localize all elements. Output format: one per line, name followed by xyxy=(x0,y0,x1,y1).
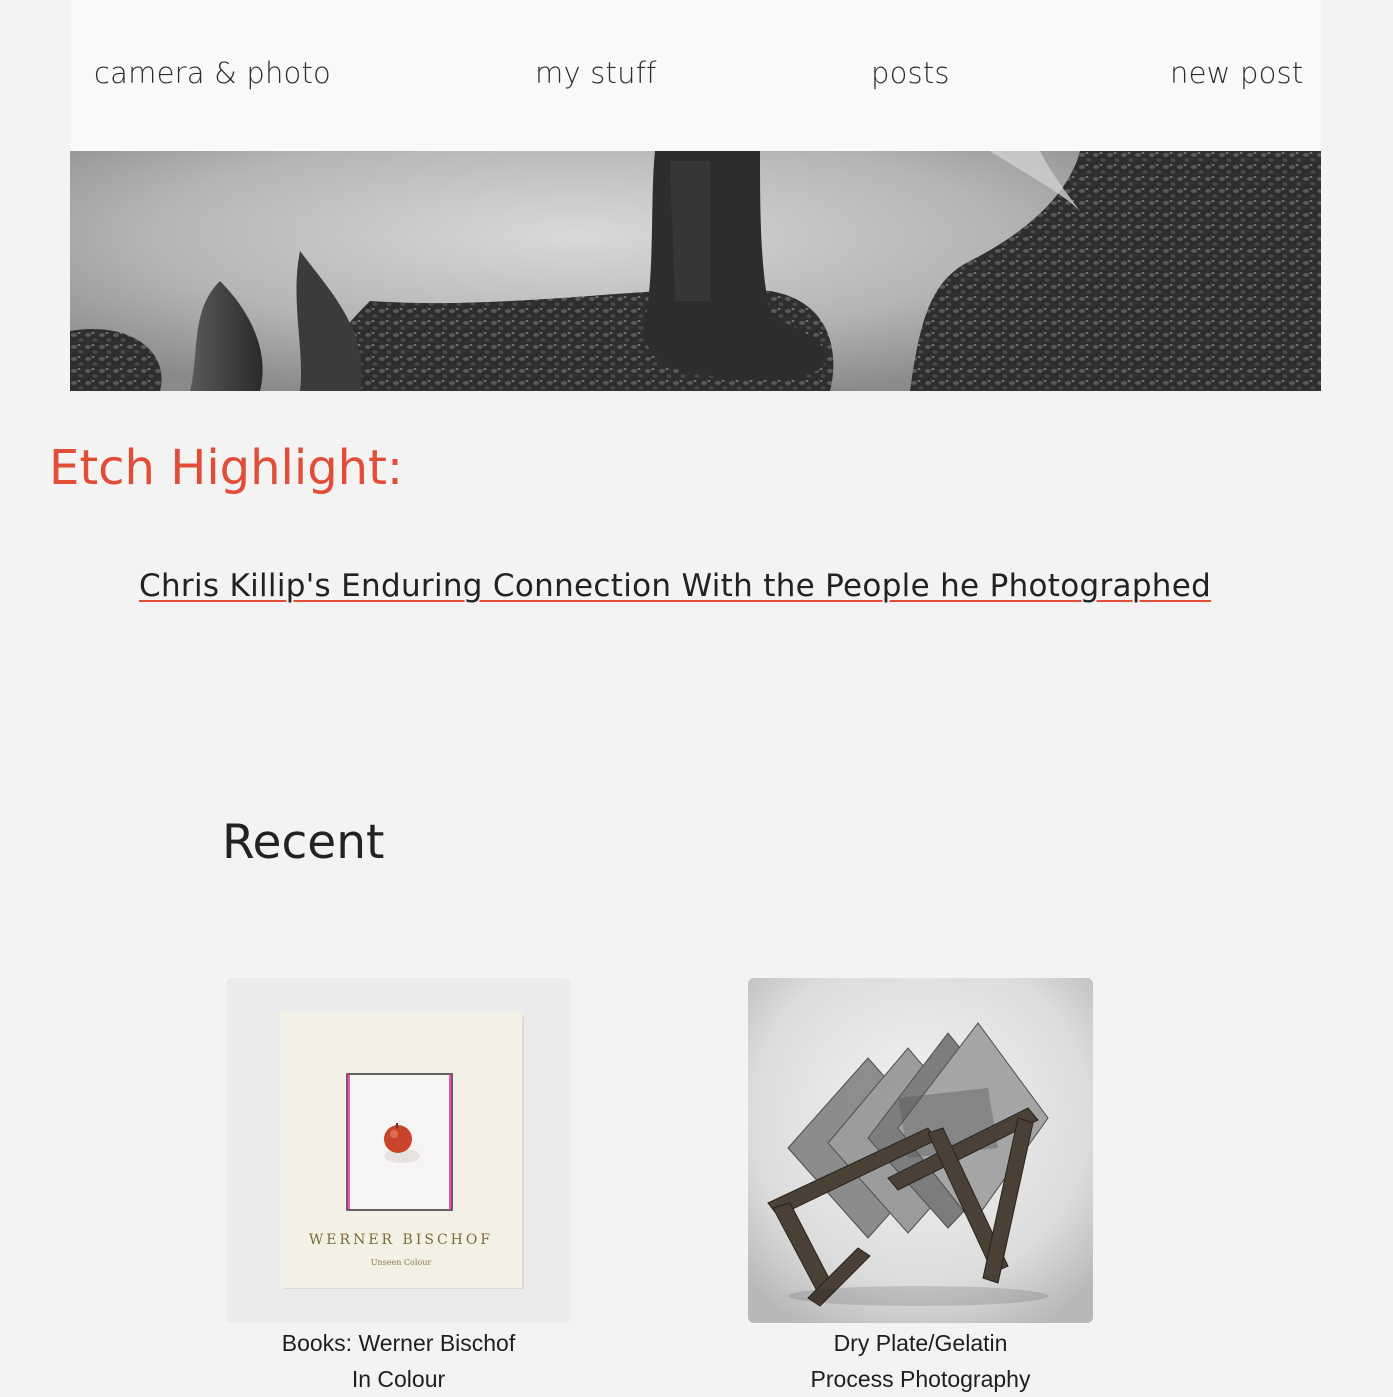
book-cover-thumbnail[interactable]: WERNER BISCHOF Unseen Colour xyxy=(226,978,571,1323)
caption-line: Process Photography xyxy=(810,1366,1031,1392)
highlight-title: Etch Highlight: xyxy=(49,440,404,496)
nav-new-post[interactable]: new post xyxy=(1170,56,1303,90)
recent-card-werner-bischof[interactable]: WERNER BISCHOF Unseen Colour Books: Wern… xyxy=(226,978,571,1397)
dry-plate-thumbnail[interactable] xyxy=(748,978,1093,1323)
caption-line: Books: Werner Bischof xyxy=(281,1330,516,1356)
nav-camera-photo[interactable]: camera & photo xyxy=(94,56,331,90)
book-author-text: WERNER BISCHOF xyxy=(309,1232,493,1248)
book-subtitle-text: Unseen Colour xyxy=(371,1258,432,1267)
recent-card-dry-plate[interactable]: Dry Plate/Gelatin Process Photography xyxy=(748,978,1093,1397)
nav-posts[interactable]: posts xyxy=(871,56,950,90)
recent-title: Recent xyxy=(222,815,385,870)
card-caption[interactable]: Dry Plate/Gelatin Process Photography xyxy=(748,1325,1093,1397)
top-nav: camera & photo my stuff posts new post xyxy=(70,0,1321,151)
caption-line: Dry Plate/Gelatin xyxy=(833,1330,1008,1356)
caption-line: In Colour xyxy=(351,1366,446,1392)
card-caption[interactable]: Books: Werner Bischof In Colour xyxy=(226,1325,571,1397)
highlight-article-link[interactable]: Chris Killip's Enduring Connection With … xyxy=(139,568,1211,604)
nav-my-stuff[interactable]: my stuff xyxy=(535,56,657,90)
hero-image xyxy=(70,151,1321,391)
